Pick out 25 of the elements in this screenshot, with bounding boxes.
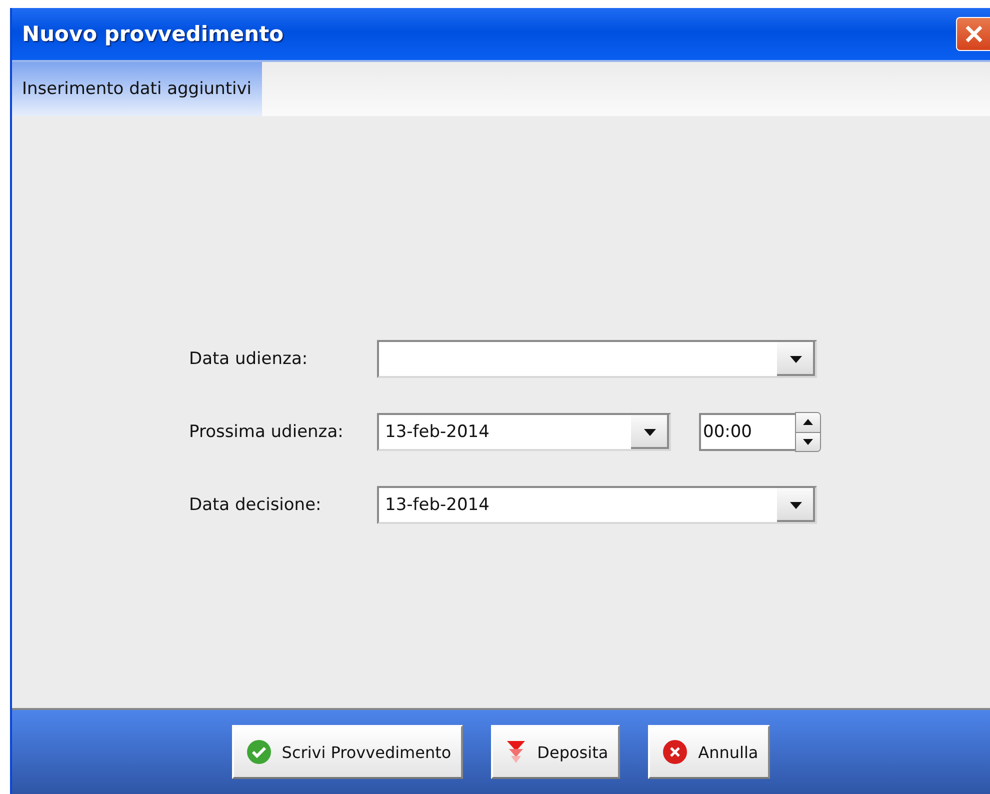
action-button[interactable]: Scrivi Provvedimento [232,725,464,779]
caret-icon [790,356,802,362]
field-label: Data decisione: [189,495,322,515]
caret-icon [790,502,802,508]
action-button[interactable]: Annulla [648,725,770,779]
date-dropdown[interactable]: 13-feb-2014 [377,413,671,451]
close-button[interactable] [956,17,990,51]
caret-icon [644,428,656,436]
close-icon [964,24,984,44]
window-title: Nuovo provvedimento [21,22,284,46]
action-button[interactable]: Deposita [491,725,620,779]
dropdown-button[interactable] [777,488,815,522]
field-label: Data udienza: [189,349,309,369]
spinner[interactable] [795,412,821,452]
dropdown-button[interactable] [777,342,815,376]
down-arrow-icon [505,739,528,765]
cancel-icon [662,739,688,765]
checkmark-icon [246,739,272,765]
time-field[interactable]: 00:00 [699,413,795,451]
tab[interactable]: Inserimento dati aggiuntivi [12,62,262,116]
down-caret-icon [803,438,813,445]
date-dropdown[interactable]: 13-feb-2014 [377,486,817,524]
up-caret-icon [803,419,813,426]
dropdown-button[interactable] [631,415,669,449]
field-label: Prossima udienza: [189,422,344,442]
